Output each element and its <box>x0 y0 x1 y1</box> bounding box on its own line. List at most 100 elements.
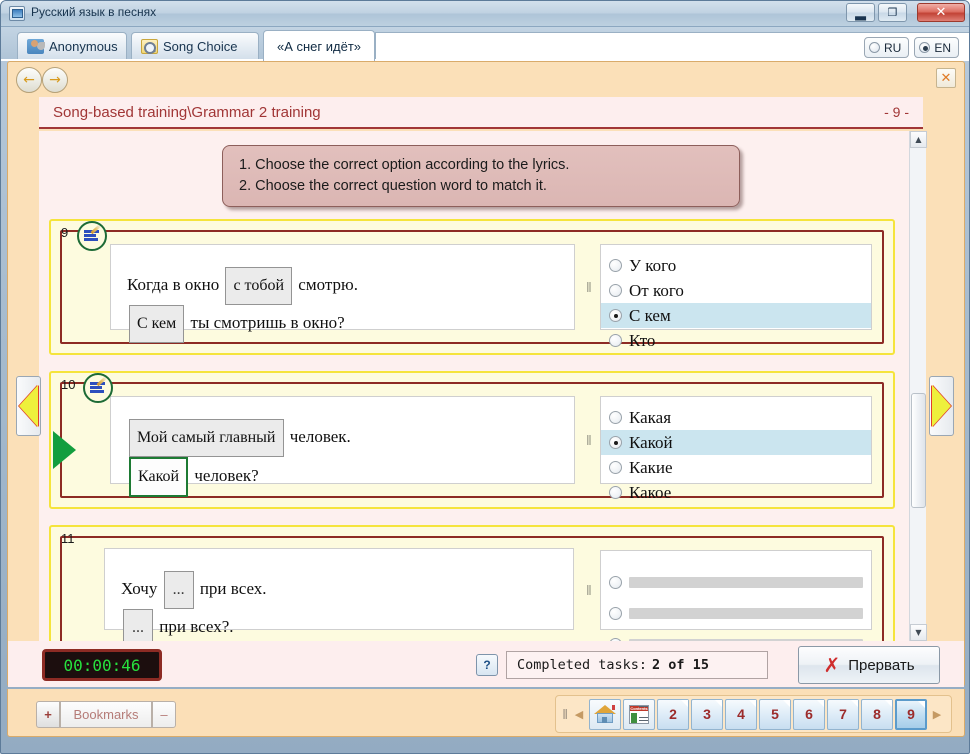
option-item-selected[interactable]: Какой <box>601 430 871 455</box>
language-switch: RU EN <box>863 37 959 58</box>
triangle-play-icon[interactable] <box>53 431 76 469</box>
panel-splitter[interactable]: ‖ <box>586 582 592 598</box>
completed-tasks: Completed tasks: 2 of 15 <box>506 651 768 679</box>
sentence-text: Когда в окно <box>127 274 220 294</box>
page-button-9-current[interactable]: 9 <box>895 698 927 730</box>
option-label: С кем <box>629 305 671 325</box>
page-button-8[interactable]: 8 <box>861 698 893 730</box>
previous-page-arrow[interactable] <box>16 376 41 436</box>
maximize-button[interactable]: ❐ <box>878 3 907 22</box>
contents-page-button[interactable]: Contents <box>623 698 655 730</box>
page-button-6[interactable]: 6 <box>793 698 825 730</box>
question-number: 10 <box>61 377 76 392</box>
tab-song-active[interactable]: «А снег идёт» <box>263 30 375 61</box>
page-button-3[interactable]: 3 <box>691 698 723 730</box>
option-item[interactable]: Какая <box>601 405 871 430</box>
option-item-selected[interactable]: С кем <box>601 303 871 328</box>
close-page-button[interactable]: ✕ <box>936 68 956 88</box>
task-edit-icon <box>83 373 113 403</box>
answer-blank-filled[interactable]: с тобой <box>225 267 293 305</box>
sentence-line-1: Когда в окно с тобой смотрю. <box>127 267 558 305</box>
question-word-blank-empty[interactable]: ... <box>123 609 153 641</box>
next-page-arrow[interactable] <box>929 376 954 436</box>
radio-icon <box>609 461 622 474</box>
pager-splitter[interactable]: ‖ <box>562 706 568 722</box>
panel-splitter[interactable]: ‖ <box>586 279 592 295</box>
sentence-text: смотрю. <box>298 274 358 294</box>
vertical-scrollbar[interactable]: ▲ ▼ <box>909 131 927 641</box>
option-item[interactable]: От кого <box>601 278 871 303</box>
contents-icon: Contents <box>629 704 649 724</box>
tab-strip: Anonymous Song Choice «А снег идёт» <box>1 27 969 61</box>
tab-anonymous[interactable]: Anonymous <box>17 32 127 60</box>
options-list: Какая Какой Какие Какое <box>600 396 872 502</box>
question-word-blank[interactable]: С кем <box>129 305 185 343</box>
page-button-2[interactable]: 2 <box>657 698 689 730</box>
home-icon <box>594 705 616 723</box>
question-body: Когда в окно с тобой смотрю. С кем ты см… <box>60 230 884 350</box>
option-label: Какое <box>629 482 672 502</box>
close-icon: ✕ <box>935 5 947 20</box>
scrollbar-thumb[interactable] <box>911 393 926 508</box>
person-key-icon <box>27 39 45 54</box>
instruction-line-2: 2. Choose the correct question word to m… <box>239 178 547 194</box>
scroll-down-button[interactable]: ▼ <box>910 624 927 641</box>
abort-label: Прервать <box>848 656 915 674</box>
page-indicator: - 9 - <box>884 104 909 120</box>
question-word-blank-correct[interactable]: Какой <box>129 457 189 497</box>
pager-next-button[interactable]: ▶ <box>929 699 945 729</box>
home-page-button[interactable] <box>589 698 621 730</box>
close-window-button[interactable]: ✕ <box>917 3 965 22</box>
forward-button[interactable]: → <box>42 67 68 93</box>
instruction-line-1: 1. Choose the correct option according t… <box>239 157 570 173</box>
page-button-7[interactable]: 7 <box>827 698 859 730</box>
option-label: У кого <box>629 255 677 275</box>
option-item[interactable]: У кого <box>601 253 871 278</box>
sentence-line-1: Мой самый главный человек. <box>127 419 558 457</box>
add-bookmark-button[interactable]: + <box>36 701 60 728</box>
help-button[interactable]: ? <box>476 654 498 676</box>
sentence-line-2: С кем ты смотришь в окно? <box>127 305 558 343</box>
pencil-icon <box>96 376 107 387</box>
lang-option-en[interactable]: EN <box>914 37 959 58</box>
remove-bookmark-button[interactable]: – <box>152 701 176 728</box>
tab-song-choice-label: Song Choice <box>163 39 238 54</box>
options-list: У кого От кого С кем Кто <box>600 244 872 350</box>
radio-icon <box>609 607 622 620</box>
window-title: Русский язык в песнях <box>31 5 157 19</box>
pagination-bar: ‖ ◀ Contents 2 3 4 5 6 7 8 9 ▶ <box>555 695 952 733</box>
bookmarks-dropdown[interactable]: Bookmarks <box>60 701 152 728</box>
page-button-4[interactable]: 4 <box>725 698 757 730</box>
option-item[interactable]: Кто <box>601 328 871 353</box>
option-item-placeholder[interactable] <box>601 567 871 598</box>
answer-blank-filled[interactable]: Мой самый главный <box>129 419 284 457</box>
lang-option-ru[interactable]: RU <box>863 37 910 58</box>
answer-blank-empty[interactable]: ... <box>163 571 194 609</box>
question-card-10[interactable]: 10 Мой самый главный человек. Какой чело… <box>49 371 895 509</box>
option-item-placeholder[interactable] <box>601 629 871 641</box>
page-button-5[interactable]: 5 <box>759 698 791 730</box>
app-icon <box>9 6 25 21</box>
option-item-placeholder[interactable] <box>601 598 871 629</box>
tab-anonymous-label: Anonymous <box>49 39 118 54</box>
radio-selected-icon <box>609 309 622 322</box>
radio-selected-icon <box>609 436 622 449</box>
task-edit-icon <box>77 221 107 251</box>
x-mark-icon: ✗ <box>823 653 841 677</box>
pager-prev-button[interactable]: ◀ <box>571 699 587 729</box>
triangle-left-icon <box>19 385 38 427</box>
options-list <box>600 550 872 641</box>
sentence-text: Хочу <box>121 578 158 598</box>
question-card-11[interactable]: 11 Хочу ... при всех. ... при всех?. ‖ <box>49 525 895 641</box>
tab-song-choice[interactable]: Song Choice <box>131 32 259 60</box>
option-item[interactable]: Какое <box>601 480 871 505</box>
panel-splitter[interactable]: ‖ <box>586 432 592 448</box>
question-card-9[interactable]: 9 Когда в окно с тобой смотрю. С кем ты … <box>49 219 895 355</box>
bottom-bar: + Bookmarks – ‖ ◀ Contents 2 3 4 5 6 7 8… <box>7 689 965 737</box>
scroll-up-button[interactable]: ▲ <box>910 131 927 148</box>
back-button[interactable]: ← <box>16 67 42 93</box>
lang-en-label: EN <box>934 40 951 55</box>
option-item[interactable]: Какие <box>601 455 871 480</box>
minimize-button[interactable]: ▂ <box>846 3 875 22</box>
abort-button[interactable]: ✗ Прервать <box>798 646 940 684</box>
